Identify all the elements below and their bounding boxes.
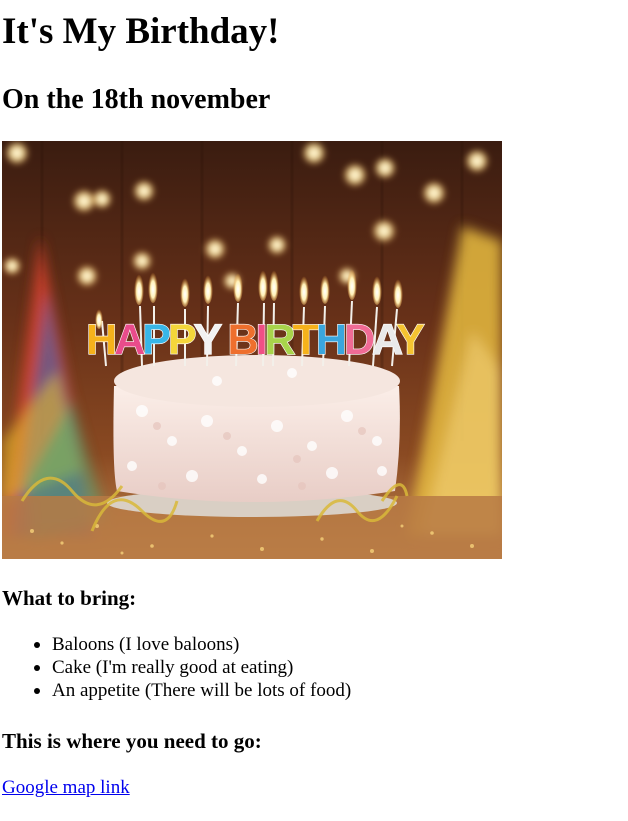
- list-item: Cake (I'm really good at eating): [34, 656, 351, 679]
- page-title: It's My Birthday!: [2, 11, 280, 52]
- bullet-icon: [34, 688, 40, 694]
- list-item-text: Cake (I'm really good at eating): [52, 657, 294, 678]
- list-item: An appetite (There will be lots of food): [34, 679, 352, 702]
- birthday-cake-image: HAPPY BIRTHDAY: [2, 141, 502, 559]
- list-item: Baloons (I love baloons): [34, 633, 351, 656]
- list-item-text: Baloons (I love baloons): [52, 634, 240, 655]
- bullet-icon: [34, 642, 40, 648]
- page-subtitle: On the 18th november: [2, 84, 271, 115]
- bullet-icon: [34, 665, 40, 671]
- google-map-link[interactable]: Google map link: [2, 776, 130, 800]
- bring-list: Baloons (I love baloons) Cake (I'm reall…: [12, 633, 351, 702]
- directions-heading: This is where you need to go:: [2, 729, 262, 753]
- list-item-text: An appetite (There will be lots of food): [52, 680, 352, 701]
- bring-heading: What to bring:: [2, 586, 137, 610]
- svg-text:HAPPY BIRTHDAY: HAPPY BIRTHDAY: [86, 316, 424, 364]
